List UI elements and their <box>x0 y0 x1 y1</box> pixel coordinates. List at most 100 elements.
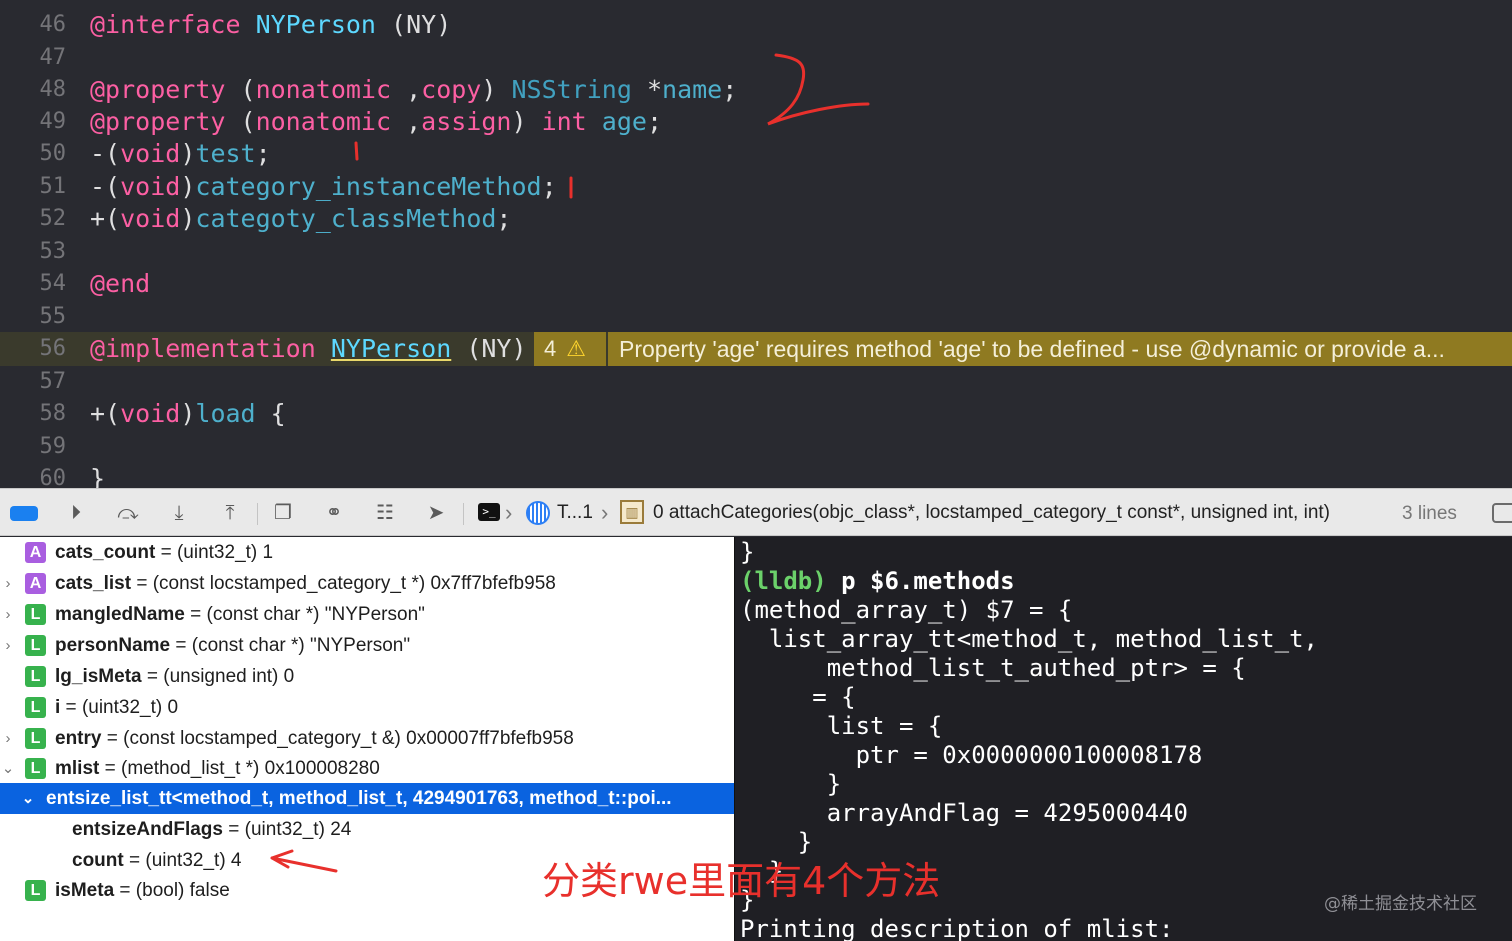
console-line: Printing description of mlist: <box>740 915 1174 941</box>
disclosure-chevron-icon[interactable]: › <box>0 630 16 661</box>
console-line: } <box>740 538 755 566</box>
code-line[interactable]: 46 @interface NYPerson (NY) <box>0 9 1512 41</box>
variable-row[interactable]: entsizeAndFlags = (uint32_t) 24 <box>0 814 734 845</box>
line-number: 49 <box>39 109 67 134</box>
variable-text: cats_count = (uint32_t) 1 <box>55 542 274 563</box>
variable-row[interactable]: › L personName = (const char *) "NYPerso… <box>0 630 734 661</box>
console-line: } <box>740 828 813 856</box>
variable-row-selected[interactable]: ⌄ entsize_list_tt<method_t, method_list_… <box>0 783 734 814</box>
line-number: 48 <box>39 77 67 102</box>
variable-row[interactable]: L lg_isMeta = (unsigned int) 0 <box>0 661 734 692</box>
variable-row[interactable]: › L mangledName = (const char *) "NYPers… <box>0 599 734 630</box>
line-number: 53 <box>39 239 67 264</box>
code-line[interactable]: 55 <box>0 301 1512 333</box>
local-badge-icon: L <box>25 880 46 901</box>
variable-text: cats_list = (const locstamped_category_t… <box>55 573 556 594</box>
variable-row[interactable]: L i = (uint32_t) 0 <box>0 692 734 723</box>
line-number: 57 <box>39 369 67 394</box>
code-line[interactable]: 47 <box>0 42 1512 74</box>
thread-icon[interactable] <box>526 501 550 525</box>
code-text: -(void)category_instanceMethod; <box>90 172 557 201</box>
variable-row[interactable]: ⌄ L mlist = (method_list_t *) 0x10000828… <box>0 753 734 784</box>
console-line: = { <box>740 683 856 711</box>
memory-graph-icon[interactable]: ⚭ <box>321 501 347 525</box>
line-number: 46 <box>39 12 67 37</box>
variable-text: count = (uint32_t) 4 <box>72 850 242 871</box>
breakpoints-toggle-icon[interactable] <box>10 506 38 521</box>
console-line: method_list_t_authed_ptr> = { <box>740 654 1246 682</box>
disclosure-chevron-icon[interactable]: › <box>0 723 16 754</box>
code-text: @property (nonatomic ,assign) int age; <box>90 107 663 136</box>
lines-count: 3 lines <box>1402 503 1457 524</box>
stack-frame-selector[interactable]: 0 attachCategories(objc_class*, locstamp… <box>653 501 1330 525</box>
line-number: 47 <box>39 45 67 70</box>
console-line: } <box>740 770 842 798</box>
source-editor[interactable]: 46 @interface NYPerson (NY) 47 48 @prope… <box>0 0 1512 488</box>
chevron-right-icon: › <box>505 500 513 525</box>
local-badge-icon: L <box>25 728 46 749</box>
step-out-icon[interactable]: ⤒ <box>217 501 243 525</box>
argument-badge-icon: A <box>25 542 46 563</box>
warning-triangle-icon: ⚠ <box>566 336 586 361</box>
variable-text: entry = (const locstamped_category_t &) … <box>55 728 574 749</box>
code-text: @implementation NYPerson (NY) <box>90 334 527 363</box>
simulate-location-icon[interactable]: ➤ <box>423 501 449 525</box>
code-line[interactable]: 53 <box>0 236 1512 268</box>
code-line[interactable]: 60 } <box>0 463 1512 488</box>
line-number: 52 <box>39 206 67 231</box>
warning-message[interactable]: Property 'age' requires method 'age' to … <box>608 332 1512 366</box>
step-over-icon[interactable]: ⤼ <box>115 501 141 525</box>
local-badge-icon: L <box>25 604 46 625</box>
code-text: +(void)load { <box>90 399 286 428</box>
code-line[interactable]: 49 @property (nonatomic ,assign) int age… <box>0 106 1512 138</box>
line-number: 58 <box>39 401 67 426</box>
code-line[interactable]: 51 -(void)category_instanceMethod; <box>0 171 1512 203</box>
thread-selector[interactable]: T...1 <box>557 501 593 525</box>
code-text: } <box>90 464 106 488</box>
code-text: +(void)categoty_classMethod; <box>90 204 512 233</box>
code-text: @interface NYPerson (NY) <box>90 10 452 39</box>
line-number: 51 <box>39 174 67 199</box>
variable-text: i = (uint32_t) 0 <box>55 697 179 718</box>
debug-bar: ⏵ ⤼ ⤓ ⤒ ❐ ⚭ ☷ ➤ >_ › T...1 › ▥ 0 attachC… <box>0 488 1512 536</box>
variable-text: mlist = (method_list_t *) 0x100008280 <box>55 758 380 779</box>
code-line[interactable]: 58 +(void)load { <box>0 398 1512 430</box>
console-line: ptr = 0x0000000100008178 <box>740 741 1203 769</box>
disclosure-chevron-icon[interactable]: ⌄ <box>0 753 16 784</box>
terminal-icon[interactable]: >_ <box>478 503 500 521</box>
local-badge-icon: L <box>25 758 46 779</box>
environment-overrides-icon[interactable]: ☷ <box>372 501 398 525</box>
hide-panel-icon[interactable] <box>1492 503 1512 523</box>
console-line: (method_array_t) $7 = { <box>740 596 1073 624</box>
line-number: 56 <box>39 336 67 361</box>
variable-text: lg_isMeta = (unsigned int) 0 <box>55 666 295 687</box>
variable-text: personName = (const char *) "NYPerson" <box>55 635 411 656</box>
code-line[interactable]: 57 <box>0 366 1512 398</box>
view-hierarchy-icon[interactable]: ❐ <box>270 501 296 525</box>
console-command-line: (lldb) p $6.methods <box>740 567 1015 596</box>
code-line[interactable]: 52 +(void)categoty_classMethod; <box>0 203 1512 235</box>
code-line[interactable]: 59 <box>0 431 1512 463</box>
console-command: p $6.methods <box>826 567 1015 595</box>
code-line[interactable]: 54 @end <box>0 268 1512 300</box>
code-text: @end <box>90 269 151 298</box>
variable-row[interactable]: A cats_count = (uint32_t) 1 <box>0 537 734 568</box>
step-into-icon[interactable]: ⤓ <box>166 501 192 525</box>
variable-text: entsize_list_tt<method_t, method_list_t,… <box>46 788 672 809</box>
console-line: list_array_tt<method_t, method_list_t, <box>740 625 1318 653</box>
line-number: 59 <box>39 434 67 459</box>
disclosure-chevron-icon[interactable]: › <box>0 568 16 599</box>
code-text: @property (nonatomic ,copy) NSString *na… <box>90 75 738 104</box>
code-line[interactable]: 48 @property (nonatomic ,copy) NSString … <box>0 74 1512 106</box>
console-line: list = { <box>740 712 943 740</box>
warning-count-badge[interactable]: 4 ⚠ <box>534 332 606 366</box>
continue-icon[interactable]: ⏵ <box>63 501 89 525</box>
variable-row[interactable]: › L entry = (const locstamped_category_t… <box>0 723 734 754</box>
code-text: -(void)test; <box>90 139 271 168</box>
disclosure-chevron-icon[interactable]: ⌄ <box>20 783 36 814</box>
variable-row[interactable]: › A cats_list = (const locstamped_catego… <box>0 568 734 599</box>
code-line[interactable]: 50 -(void)test; <box>0 138 1512 170</box>
disclosure-chevron-icon[interactable]: › <box>0 599 16 630</box>
local-badge-icon: L <box>25 666 46 687</box>
local-badge-icon: L <box>25 635 46 656</box>
